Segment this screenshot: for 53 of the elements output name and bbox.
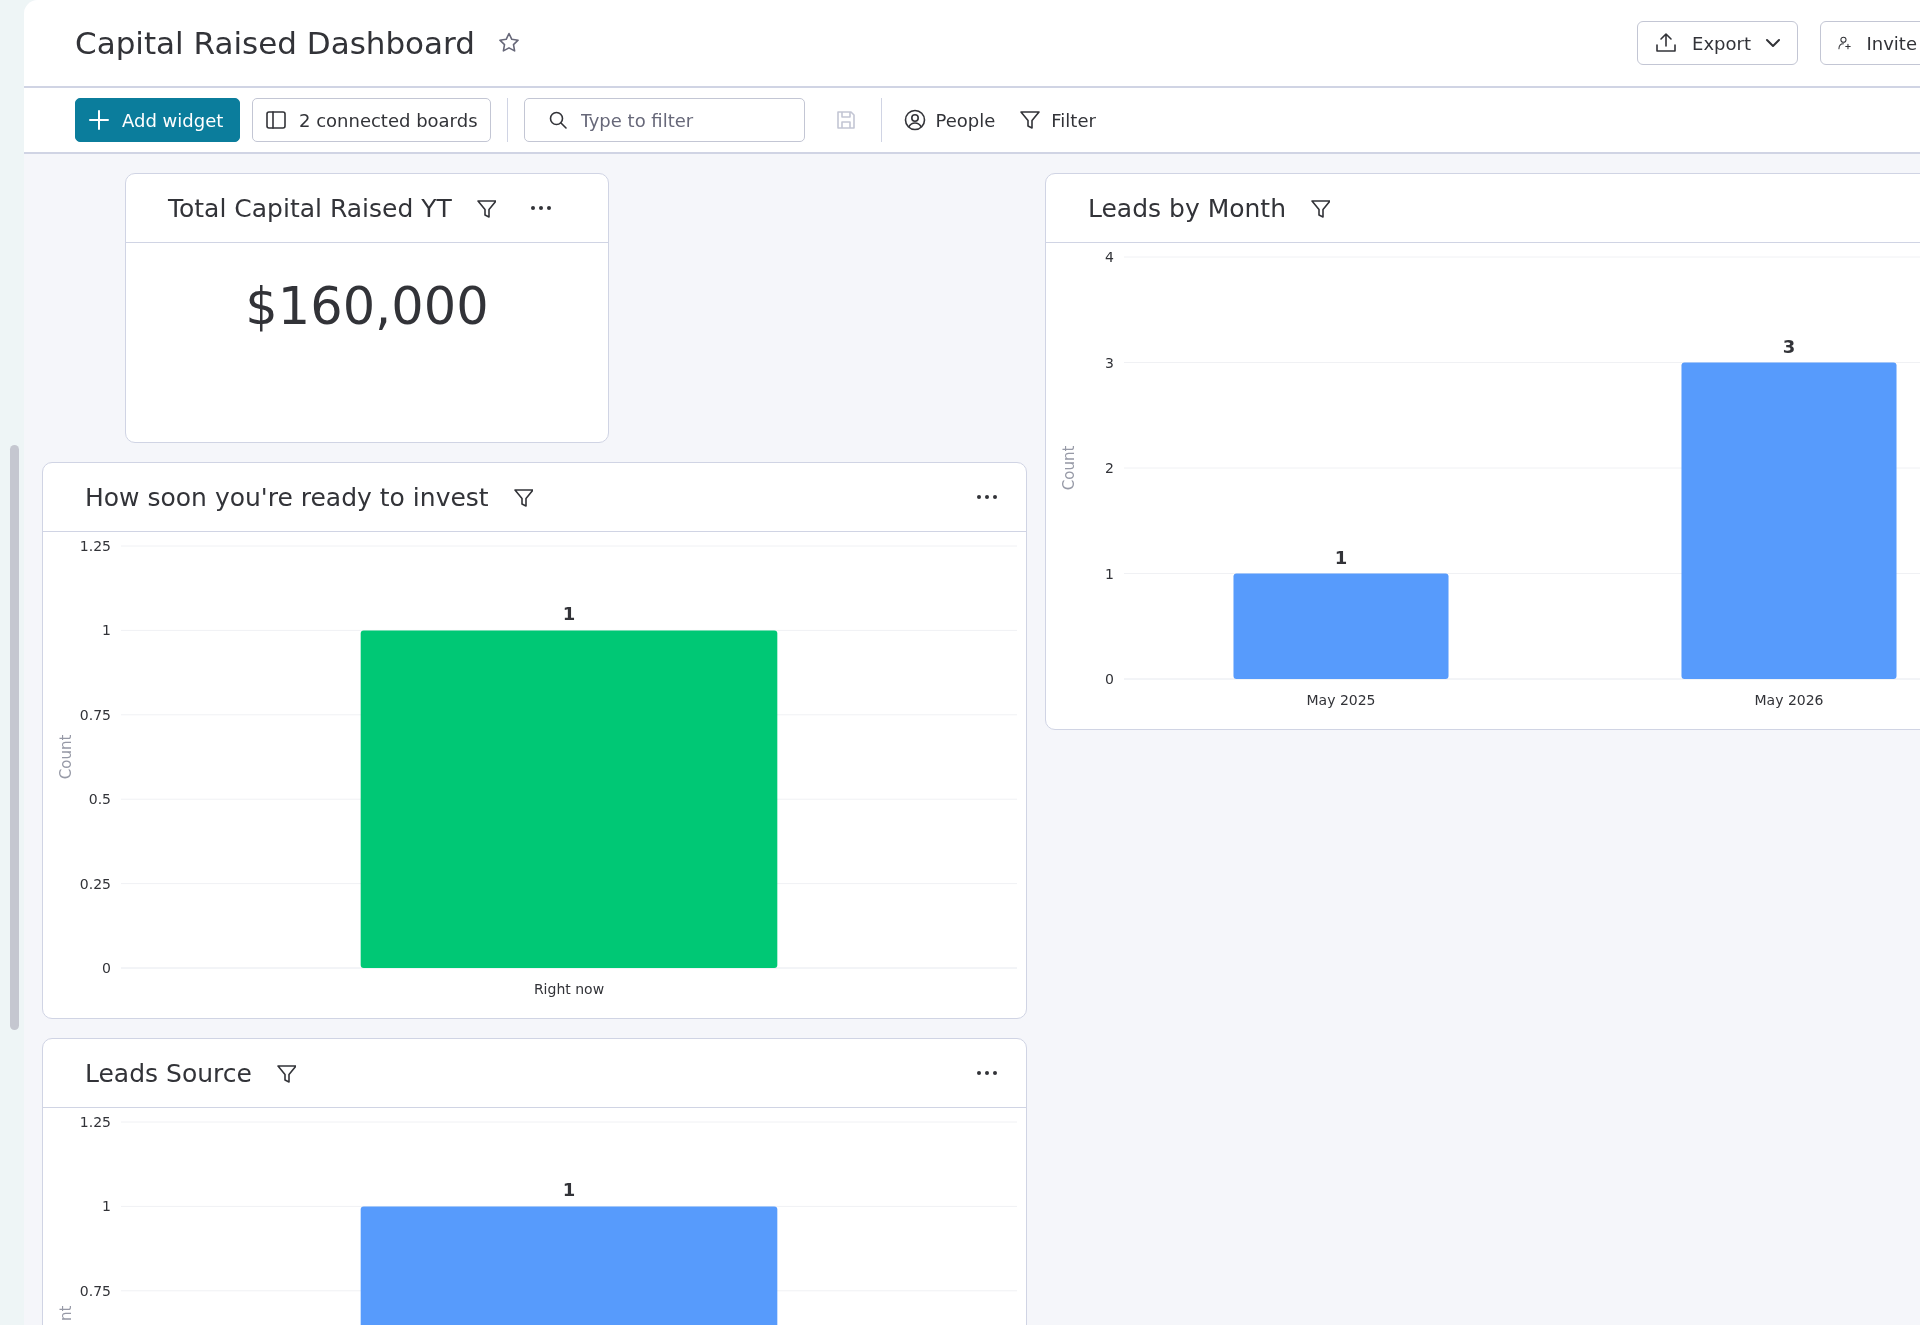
filter-icon[interactable]: [475, 198, 496, 218]
widget-title: Leads by Month: [1088, 193, 1286, 223]
metric-value: $160,000: [244, 276, 490, 336]
upload-icon: [1654, 31, 1679, 55]
axis-tick-label: 0.75: [79, 706, 111, 723]
axis-tick-label: 2: [1105, 460, 1114, 476]
axis-tick-label: May 2025: [1306, 692, 1376, 708]
filter-icon[interactable]: [275, 1063, 296, 1083]
person-circle-icon: [903, 109, 926, 131]
axis-tick-label: 3: [1105, 354, 1114, 371]
filter-icon: [1019, 109, 1042, 131]
invite-button[interactable]: Invite: [1820, 21, 1920, 65]
connected-boards-button[interactable]: 2 connected boards: [252, 98, 491, 142]
widget-title: Total Capital Raised YT: [168, 193, 452, 223]
widget-title: How soon you're ready to invest: [85, 482, 489, 512]
axis-tick-label: Right now: [533, 981, 605, 997]
export-button[interactable]: Export: [1637, 21, 1798, 65]
search-field[interactable]: Type to filter: [523, 98, 805, 142]
axis-tick-label: May 2026: [1754, 692, 1824, 708]
plus-icon: [88, 109, 110, 131]
axis-title: nt: [57, 1305, 75, 1321]
axis-tick-label: 1.25: [79, 1114, 111, 1130]
panel-icon: [265, 109, 287, 131]
chevron-down-icon: [1765, 38, 1781, 48]
data-label: 1: [562, 603, 576, 625]
axis-tick-label: 1: [102, 1198, 111, 1215]
axis-title: Count: [1060, 445, 1078, 491]
data-label: 1: [1334, 546, 1348, 568]
axis-tick-label: 1.25: [79, 538, 111, 554]
axis-tick-label: 0.75: [79, 1282, 111, 1299]
filter-icon[interactable]: [1310, 198, 1330, 218]
axis-title: Count: [57, 734, 75, 780]
more-icon[interactable]: [529, 205, 552, 211]
scrollbar[interactable]: [10, 445, 19, 1030]
star-icon[interactable]: [496, 31, 521, 55]
widget-title: Leads Source: [85, 1058, 252, 1088]
more-icon[interactable]: [976, 1070, 998, 1076]
data-label: 3: [1782, 335, 1796, 357]
add-widget-button[interactable]: Add widget: [75, 98, 240, 142]
axis-tick-label: 0: [102, 960, 111, 976]
search-icon: [547, 110, 568, 130]
axis-tick-label: 1: [102, 622, 111, 639]
filter-icon[interactable]: [512, 487, 533, 507]
axis-tick-label: 4: [1105, 249, 1114, 265]
axis-tick-label: 0.5: [88, 791, 111, 808]
data-label: 1: [562, 1179, 576, 1201]
axis-tick-label: 1: [1105, 565, 1114, 582]
more-icon[interactable]: [976, 494, 998, 500]
axis-tick-label: 0: [1105, 671, 1114, 687]
axis-tick-label: 0.25: [79, 875, 111, 892]
dashboard-title: Capital Raised Dashboard: [75, 25, 475, 61]
filter-button[interactable]: Filter: [1013, 109, 1102, 131]
people-button[interactable]: People: [897, 109, 1002, 131]
